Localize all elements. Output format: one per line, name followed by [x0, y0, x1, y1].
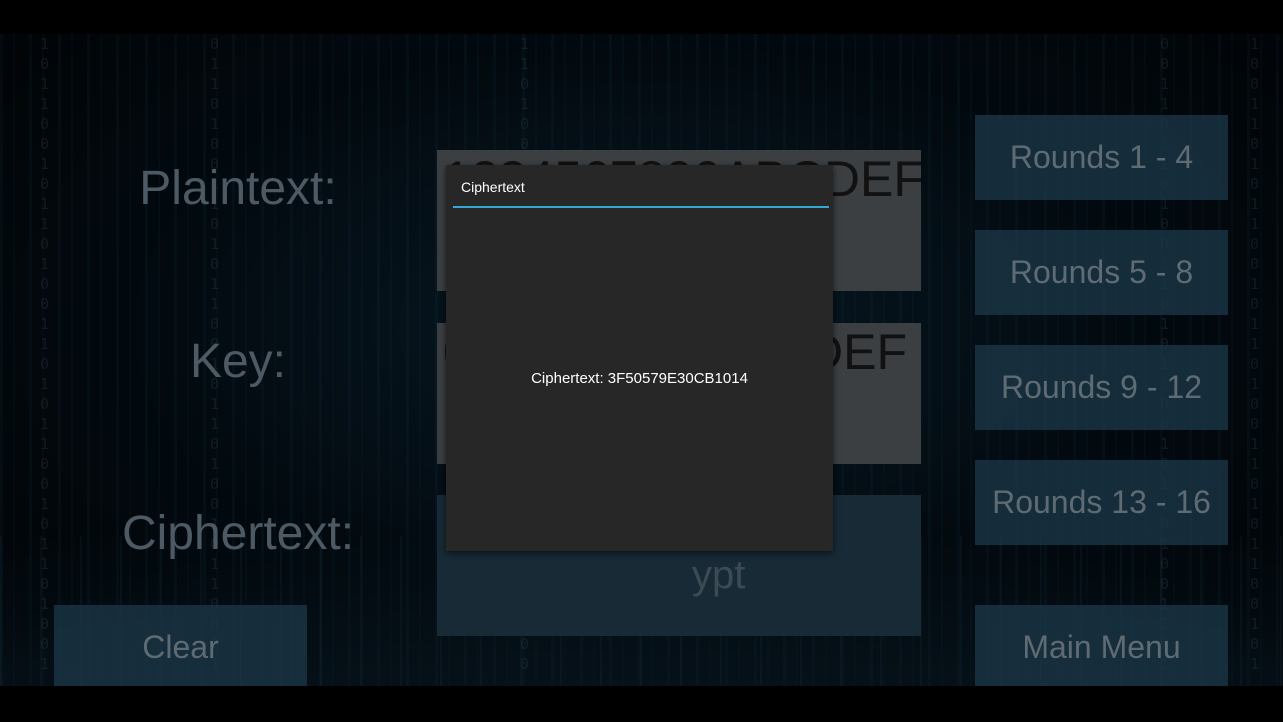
rounds-9-12-button[interactable]: Rounds 9 - 12: [975, 345, 1228, 430]
encrypt-button-label: ypt: [692, 553, 746, 597]
rounds-13-16-button[interactable]: Rounds 13 - 16: [975, 460, 1228, 545]
ciphertext-dialog[interactable]: Ciphertext Ciphertext: 3F50579E30CB1014: [446, 165, 833, 551]
clear-button[interactable]: Clear: [54, 605, 307, 686]
ciphertext-label: Ciphertext:: [121, 507, 355, 560]
main-menu-button[interactable]: Main Menu: [975, 605, 1228, 686]
rounds-1-4-button[interactable]: Rounds 1 - 4: [975, 115, 1228, 200]
dialog-title: Ciphertext: [461, 179, 525, 195]
plaintext-label: Plaintext:: [139, 162, 337, 215]
key-label: Key:: [189, 335, 287, 388]
dialog-title-divider: [453, 206, 829, 208]
dialog-message: Ciphertext: 3F50579E30CB1014: [531, 370, 748, 387]
rounds-5-8-button[interactable]: Rounds 5 - 8: [975, 230, 1228, 315]
